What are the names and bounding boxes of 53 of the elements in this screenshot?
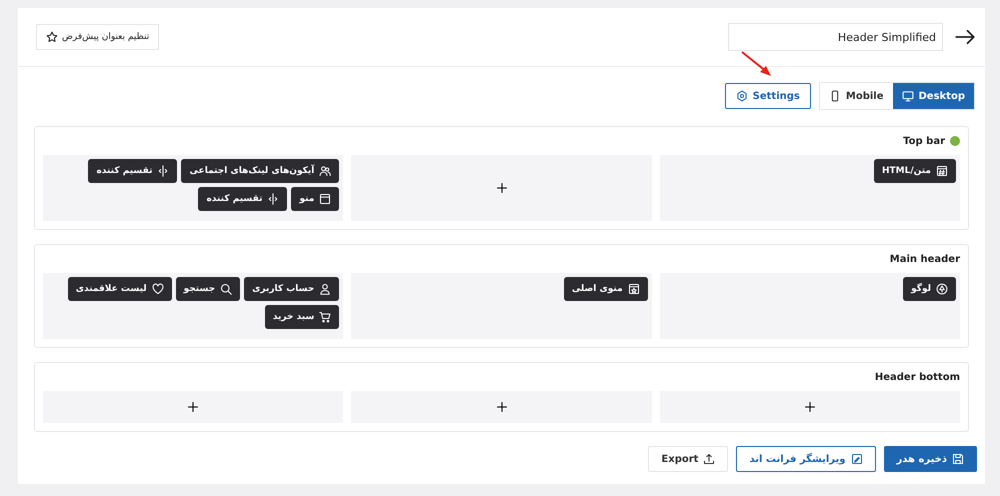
save-button[interactable]: ذخیره هدر — [884, 446, 977, 472]
section-title: Main header — [890, 254, 960, 264]
element-chip[interactable]: لیست علاقمندی — [68, 277, 172, 301]
star-icon — [46, 31, 58, 43]
export-button[interactable]: Export — [648, 446, 728, 472]
element-chip[interactable]: تقسیم کننده — [88, 159, 178, 183]
circle-logo-icon — [936, 283, 948, 295]
upload-icon — [703, 453, 716, 465]
split-arrows-icon — [267, 193, 280, 205]
drop-zone[interactable] — [351, 155, 652, 221]
star-window-icon — [628, 283, 640, 295]
element-chip[interactable]: تقسیم کننده — [198, 187, 288, 211]
hash-window-icon — [936, 165, 948, 177]
set-default-button[interactable]: تنظیم بعنوان پیش‌فرض — [36, 24, 160, 50]
element-chip[interactable]: منوی اصلی — [564, 277, 648, 301]
drop-zone[interactable] — [351, 391, 652, 423]
drop-zone[interactable]: حساب کاربری جستجو لیست علاقمندی سبد خرید — [43, 273, 344, 339]
back-arrow-icon — [955, 27, 975, 47]
element-chip[interactable]: سبد خرید — [264, 305, 340, 329]
drop-zone[interactable]: لوگو — [660, 273, 960, 339]
section-title: Top bar — [903, 136, 945, 146]
cart-icon — [319, 311, 332, 323]
plus-icon — [496, 182, 508, 194]
arrow-annotation — [740, 50, 772, 78]
plus-icon — [804, 401, 816, 413]
section-title: Header bottom — [874, 372, 960, 382]
monitor-icon — [902, 90, 914, 102]
gear-icon — [736, 90, 748, 102]
element-chip[interactable]: آیکون‌های لینک‌های اجتماعی — [181, 159, 340, 183]
search-icon — [220, 283, 232, 295]
element-chip[interactable]: حساب کاربری — [244, 277, 340, 301]
drop-zone[interactable]: متن/HTML — [660, 155, 960, 221]
split-arrows-icon — [157, 165, 170, 177]
floppy-disk-icon — [952, 453, 964, 465]
heart-icon — [152, 283, 164, 295]
users-icon — [319, 165, 332, 177]
plus-icon — [496, 401, 508, 413]
device-tab[interactable]: Desktop — [892, 83, 974, 109]
drop-zone[interactable] — [660, 391, 960, 423]
settings-button[interactable]: Settings — [724, 83, 811, 109]
element-chip[interactable]: لوگو — [903, 277, 956, 301]
element-chip[interactable]: جستجو — [176, 277, 240, 301]
user-icon — [319, 283, 332, 295]
window-icon — [319, 193, 332, 205]
edit-window-icon — [850, 453, 862, 465]
drop-zone[interactable] — [43, 391, 344, 423]
plus-icon — [187, 401, 200, 413]
element-chip[interactable]: متن/HTML — [874, 159, 956, 183]
drop-zone[interactable]: منوی اصلی — [351, 273, 652, 339]
drop-zone[interactable]: آیکون‌های لینک‌های اجتماعی تقسیم کننده منو تقسیم کننده — [43, 155, 344, 221]
editor-button[interactable]: ویرایشگر فرانت اند — [736, 446, 876, 472]
title-field[interactable]: Header Simplified — [728, 23, 943, 51]
element-chip[interactable]: منو — [291, 187, 340, 211]
